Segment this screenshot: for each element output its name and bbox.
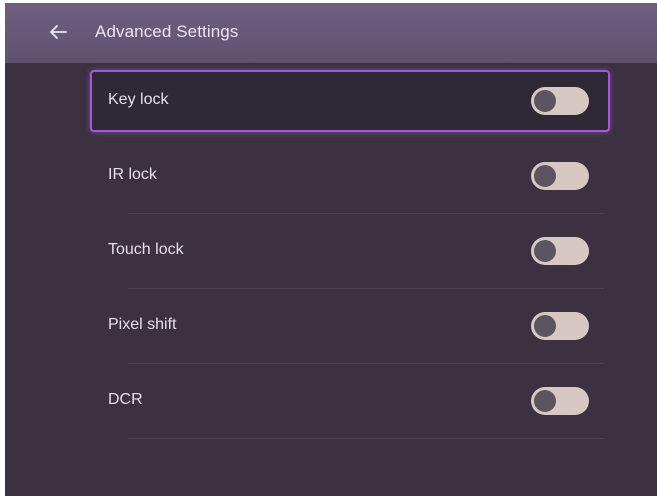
back-button[interactable] xyxy=(48,21,68,43)
toggle-knob xyxy=(534,90,556,112)
row-divider xyxy=(128,213,604,214)
toggle-knob xyxy=(534,390,556,412)
settings-screen: Advanced Settings Key lock IR lock Touch… xyxy=(5,3,657,496)
touch-lock-toggle[interactable] xyxy=(531,237,589,265)
setting-row-ir-lock[interactable]: IR lock xyxy=(90,145,610,214)
toggle-knob xyxy=(534,165,556,187)
setting-row-key-lock[interactable]: Key lock xyxy=(90,70,610,132)
header-bar: Advanced Settings xyxy=(5,3,657,63)
setting-row-dcr[interactable]: DCR xyxy=(90,370,610,439)
page-title: Advanced Settings xyxy=(95,22,239,41)
setting-label: Pixel shift xyxy=(108,316,177,333)
setting-label: Touch lock xyxy=(108,241,184,258)
ir-lock-toggle[interactable] xyxy=(531,162,589,190)
settings-list: Key lock IR lock Touch lock Pixel shift … xyxy=(90,70,610,445)
setting-label: DCR xyxy=(108,391,143,408)
key-lock-toggle[interactable] xyxy=(531,87,589,115)
arrow-left-icon xyxy=(50,25,67,39)
row-divider xyxy=(128,288,604,289)
setting-label: IR lock xyxy=(108,166,157,183)
dcr-toggle[interactable] xyxy=(531,387,589,415)
setting-label: Key lock xyxy=(108,91,169,108)
toggle-knob xyxy=(534,315,556,337)
setting-row-touch-lock[interactable]: Touch lock xyxy=(90,220,610,289)
toggle-knob xyxy=(534,240,556,262)
row-divider xyxy=(128,363,604,364)
row-divider xyxy=(128,438,604,439)
pixel-shift-toggle[interactable] xyxy=(531,312,589,340)
setting-row-pixel-shift[interactable]: Pixel shift xyxy=(90,295,610,364)
